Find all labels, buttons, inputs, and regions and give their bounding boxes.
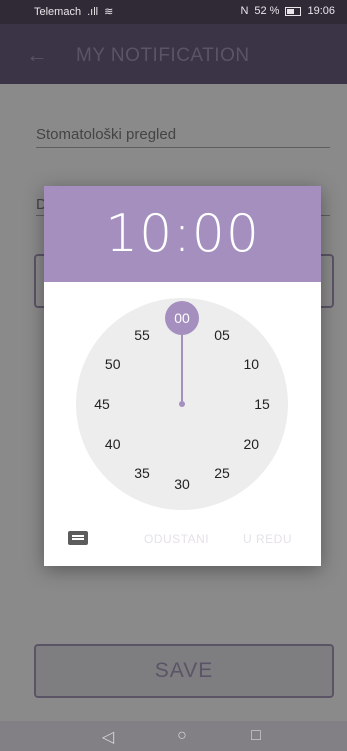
nav-back-icon[interactable]: ◁ [98, 727, 118, 747]
minute-selected[interactable]: 00 [165, 301, 199, 335]
minute-40[interactable]: 40 [99, 430, 127, 458]
minute-20[interactable]: 20 [237, 430, 265, 458]
minute-50[interactable]: 50 [99, 350, 127, 378]
signal-icon: .ıll [87, 5, 99, 18]
minute-30[interactable]: 30 [168, 470, 196, 498]
battery-icon [285, 6, 302, 16]
back-arrow-icon[interactable]: ← [26, 42, 48, 68]
minute-15[interactable]: 15 [248, 390, 276, 418]
clock-face[interactable]: 00 05 10 15 20 25 30 35 40 45 50 55 [76, 298, 288, 510]
time-picker-dialog: 10:00 00 05 10 15 20 25 30 35 40 45 50 55 ODUSTANI… [44, 186, 321, 566]
selected-time[interactable]: 10:00 [105, 204, 260, 264]
wifi-icon: ≋ [104, 6, 114, 18]
carrier-label: Telemach [34, 5, 82, 18]
keyboard-icon[interactable] [68, 531, 88, 545]
app-bar: ← MY NOTIFICATION [0, 24, 347, 84]
system-nav-bar: ◁ ○ □ [0, 721, 347, 751]
minute-35[interactable]: 35 [128, 459, 156, 487]
cancel-button[interactable]: ODUSTANI [144, 532, 209, 546]
nav-home-icon[interactable]: ○ [172, 727, 192, 745]
ok-button[interactable]: U REDU [243, 532, 292, 546]
time-header: 10:00 [44, 186, 321, 282]
clock-center-dot [179, 401, 185, 407]
minute-55[interactable]: 55 [128, 321, 156, 349]
clock-time: 19:06 [307, 5, 335, 17]
minute-10[interactable]: 10 [237, 350, 265, 378]
nav-recent-icon[interactable]: □ [246, 727, 266, 745]
minute-45[interactable]: 45 [88, 390, 116, 418]
save-button[interactable]: SAVE [34, 644, 334, 698]
minute-25[interactable]: 25 [208, 459, 236, 487]
nfc-icon: N [240, 5, 249, 17]
page-title: MY NOTIFICATION [76, 45, 250, 66]
status-bar: Telemach .ıll ≋ N 52 % 19:06 [0, 0, 347, 24]
minute-05[interactable]: 05 [208, 321, 236, 349]
title-field[interactable]: Stomatološki pregled [36, 126, 330, 148]
battery-percent: 52 % [254, 5, 280, 17]
